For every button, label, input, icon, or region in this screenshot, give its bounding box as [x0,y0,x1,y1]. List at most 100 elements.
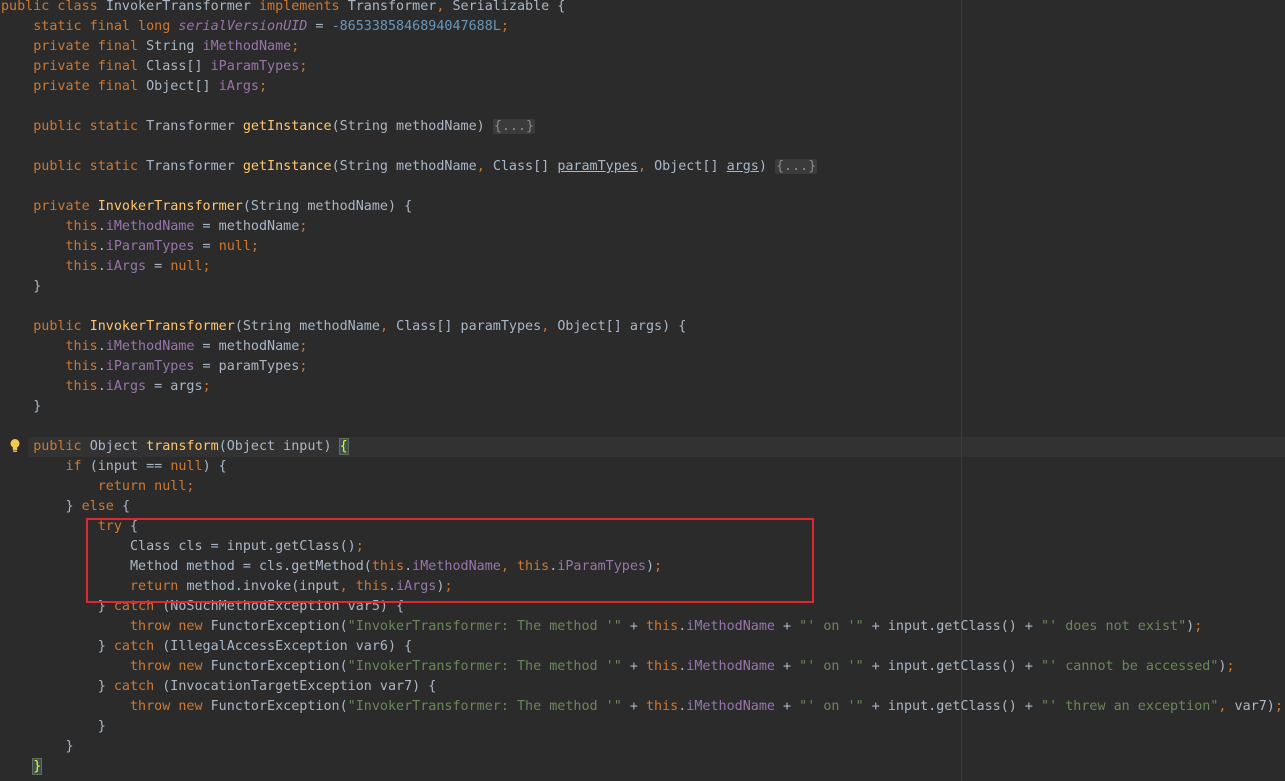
code-line[interactable]: public class InvokerTransformer implemen… [1,0,565,17]
code-token: iMethodName [105,339,195,354]
code-line[interactable]: } [1,737,74,757]
code-token: + input.getClass() + [863,659,1042,674]
code-token: Class[] paramTypes [396,319,542,334]
code-line[interactable]: } [1,757,43,777]
code-token: this [1,239,98,254]
code-token: + [621,659,646,674]
code-line[interactable]: this.iArgs = null; [1,257,210,277]
code-token: } [32,758,43,775]
code-token: ; [299,219,308,234]
code-token: ) { [202,459,227,474]
code-line[interactable]: private final Object[] iArgs; [1,77,267,97]
code-token: (String methodName [234,319,380,334]
code-token: , [541,319,558,334]
code-line[interactable]: return method.invoke(input, this.iArgs); [1,577,453,597]
code-token: (String methodName [331,159,477,174]
code-token: private final [1,59,147,74]
code-line[interactable]: } [1,717,106,737]
code-token: iArgs [218,79,259,94]
code-token: } [1,739,74,754]
code-token: = args [146,379,203,394]
code-token: ; [654,559,663,574]
code-token: ; [299,339,308,354]
code-line[interactable]: if (input == null) { [1,457,227,477]
code-line[interactable]: } catch (IllegalAccessException var6) { [1,637,412,657]
code-token: this [1,359,98,374]
code-token: this [1,339,98,354]
code-line[interactable]: this.iParamTypes = null; [1,237,259,257]
code-line[interactable]: Method method = cls.getMethod(this.iMeth… [1,557,662,577]
code-token: . [97,339,106,354]
code-line[interactable]: throw new FunctorException("InvokerTrans… [1,617,1202,637]
code-token: "' on '" [799,659,864,674]
code-token: iArgs [105,259,147,274]
code-line[interactable]: this.iMethodName = methodName; [1,217,307,237]
code-token: + [774,699,800,714]
code-token: Object[] [654,159,727,174]
code-token: args [726,159,759,174]
code-token: (String methodName) { [242,199,413,214]
code-token: iParamTypes [210,59,300,74]
code-line[interactable]: } catch (InvocationTargetException var7)… [1,677,437,697]
code-token: } [1,719,106,734]
code-line[interactable]: static final long serialVersionUID = -86… [1,17,509,37]
code-token: { [121,499,130,514]
code-token: , [500,559,517,574]
code-line[interactable]: return null; [1,477,195,497]
code-line[interactable]: this.iParamTypes = paramTypes; [1,357,307,377]
code-token: catch [113,639,163,654]
code-line[interactable]: Class cls = input.getClass(); [1,537,364,557]
code-token: ; [299,359,308,374]
code-token: iMethodName [686,619,775,634]
code-line[interactable]: try { [1,517,138,537]
code-token: throw new [1,659,211,674]
code-token: InvokerTransformer [105,0,259,14]
code-token: Object[] args) { [557,319,687,334]
lightbulb-icon[interactable] [9,438,21,454]
code-line[interactable]: public static Transformer getInstance(St… [1,117,536,137]
code-token: + [621,619,646,634]
code-token: . [388,579,397,594]
code-token: getInstance [242,159,332,174]
code-token: "' on '" [799,699,864,714]
code-token: Serializable { [452,0,566,14]
code-token: , [436,0,453,14]
code-token[interactable]: {...} [775,159,818,174]
code-line[interactable]: } catch (NoSuchMethodException var5) { [1,597,404,617]
code-token: this [1,259,98,274]
code-line[interactable]: private final String iMethodName; [1,37,299,57]
code-line[interactable]: } [1,277,41,297]
code-line[interactable]: private final Class[] iParamTypes; [1,57,307,77]
code-line[interactable]: this.iArgs = args; [1,377,211,397]
code-token: "InvokerTransformer: The method '" [347,659,622,674]
code-token: ; [500,19,509,34]
code-token: "' cannot be accessed" [1041,659,1219,674]
code-line[interactable]: private InvokerTransformer(String method… [1,197,412,217]
code-line[interactable]: throw new FunctorException("InvokerTrans… [1,657,1235,677]
code-token: + input.getClass() + [863,699,1042,714]
code-line[interactable]: throw new FunctorException("InvokerTrans… [1,697,1283,717]
code-line[interactable]: public Object transform(Object input) { [1,437,349,457]
code-line[interactable]: public InvokerTransformer(String methodN… [1,317,686,337]
code-line[interactable]: public static Transformer getInstance(St… [1,157,818,177]
code-token: ; [202,379,211,394]
code-token: InvokerTransformer [89,319,235,334]
code-token: null [170,459,203,474]
code-editor[interactable]: public class InvokerTransformer implemen… [0,0,1285,781]
code-token: return [1,579,187,594]
code-token: static final long [1,19,179,34]
code-token[interactable]: {...} [492,119,536,134]
code-token: FunctorException( [210,619,348,634]
code-token: iParamTypes [105,359,195,374]
code-token: (Object input) [218,439,340,454]
code-token: . [97,219,106,234]
code-token: , [1218,699,1235,714]
code-token: = [146,259,171,274]
code-token: public [1,319,90,334]
code-line[interactable]: this.iMethodName = methodName; [1,337,307,357]
code-line[interactable]: } [1,397,41,417]
code-line[interactable]: } else { [1,497,130,517]
code-token: Transformer [146,119,243,134]
code-token: catch [113,679,163,694]
code-token: } [1,599,114,614]
